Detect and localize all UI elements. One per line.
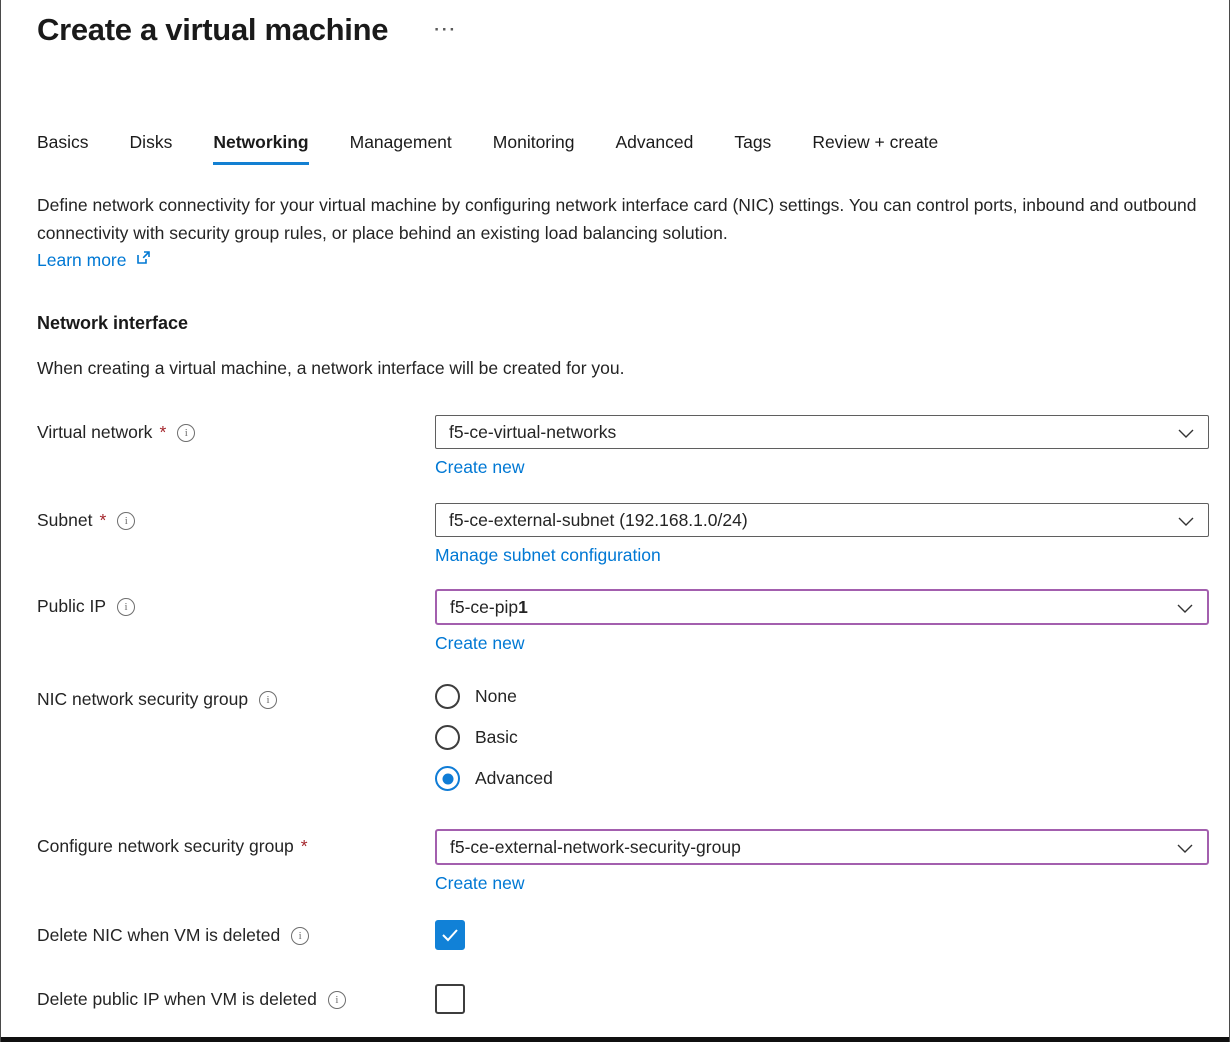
external-link-icon [135,247,152,273]
subnet-select[interactable]: f5-ce-external-subnet (192.168.1.0/24) [435,503,1209,537]
radio-option-basic[interactable]: Basic [435,725,1209,750]
checkmark-icon [441,928,459,942]
radio-icon[interactable] [435,684,460,709]
required-asterisk: * [99,510,106,531]
required-asterisk: * [301,836,308,857]
info-icon[interactable]: i [328,991,346,1009]
subnet-value: f5-ce-external-subnet (192.168.1.0/24) [449,510,748,531]
tab-advanced[interactable]: Advanced [616,132,694,165]
subnet-label: Subnet * i [37,503,435,531]
info-icon[interactable]: i [291,927,309,945]
tab-disks[interactable]: Disks [130,132,173,165]
more-options-icon[interactable]: ··· [434,20,457,40]
configure-nsg-label: Configure network security group * [37,829,435,857]
field-row-delete-nic: Delete NIC when VM is deleted i [37,918,1209,950]
section-heading-network-interface: Network interface [37,313,1209,334]
virtual-network-select[interactable]: f5-ce-virtual-networks [435,415,1209,449]
create-new-nsg-link[interactable]: Create new [435,873,525,894]
radio-option-advanced[interactable]: Advanced [435,766,1209,791]
virtual-network-value: f5-ce-virtual-networks [449,422,616,443]
tab-basics[interactable]: Basics [37,132,89,165]
info-icon[interactable]: i [259,691,277,709]
tab-review-create[interactable]: Review + create [812,132,938,165]
info-icon[interactable]: i [117,598,135,616]
configure-nsg-select[interactable]: f5-ce-external-network-security-group [435,829,1209,865]
public-ip-value: f5-ce-pip1 [450,597,528,618]
chevron-down-icon [1177,597,1193,618]
field-row-virtual-network: Virtual network * i f5-ce-virtual-networ… [37,415,1209,478]
tab-description: Define network connectivity for your vir… [37,191,1209,247]
field-row-nic-nsg: NIC network security group i None Basic … [37,682,1209,791]
required-asterisk: * [159,422,166,443]
info-icon[interactable]: i [177,424,195,442]
public-ip-select[interactable]: f5-ce-pip1 [435,589,1209,625]
bottom-frame-line [1,1037,1229,1042]
chevron-down-icon [1178,422,1194,443]
field-row-public-ip: Public IP i f5-ce-pip1 Create new [37,589,1209,654]
create-vm-page: Create a virtual machine ··· Basics Disk… [1,0,1229,1014]
delete-nic-label: Delete NIC when VM is deleted i [37,918,435,946]
tab-bar: Basics Disks Networking Management Monit… [37,132,1209,165]
learn-more-label: Learn more [37,247,127,273]
field-row-subnet: Subnet * i f5-ce-external-subnet (192.16… [37,503,1209,566]
page-header: Create a virtual machine ··· [37,12,1209,48]
configure-nsg-value: f5-ce-external-network-security-group [450,837,741,858]
typed-suffix: 1 [518,597,528,617]
field-row-delete-public-ip: Delete public IP when VM is deleted i [37,982,1209,1014]
nic-nsg-radio-group: None Basic Advanced [435,682,1209,791]
delete-public-ip-label: Delete public IP when VM is deleted i [37,982,435,1010]
tab-tags[interactable]: Tags [734,132,771,165]
chevron-down-icon [1178,510,1194,531]
field-row-configure-nsg: Configure network security group * f5-ce… [37,829,1209,894]
radio-option-none[interactable]: None [435,684,1209,709]
section-subtext: When creating a virtual machine, a netwo… [37,358,1209,379]
nic-nsg-label: NIC network security group i [37,682,435,710]
radio-icon[interactable] [435,766,460,791]
learn-more-link[interactable]: Learn more [37,247,152,273]
info-icon[interactable]: i [117,512,135,530]
tab-monitoring[interactable]: Monitoring [493,132,575,165]
create-new-public-ip-link[interactable]: Create new [435,633,525,654]
virtual-network-label: Virtual network * i [37,415,435,443]
tab-networking[interactable]: Networking [213,132,308,165]
delete-nic-checkbox[interactable] [435,920,465,950]
chevron-down-icon [1177,837,1193,858]
create-new-vnet-link[interactable]: Create new [435,457,525,478]
radio-icon[interactable] [435,725,460,750]
page-title: Create a virtual machine [37,12,388,48]
delete-public-ip-checkbox[interactable] [435,984,465,1014]
tab-management[interactable]: Management [350,132,452,165]
manage-subnet-configuration-link[interactable]: Manage subnet configuration [435,545,661,566]
public-ip-label: Public IP i [37,589,435,617]
